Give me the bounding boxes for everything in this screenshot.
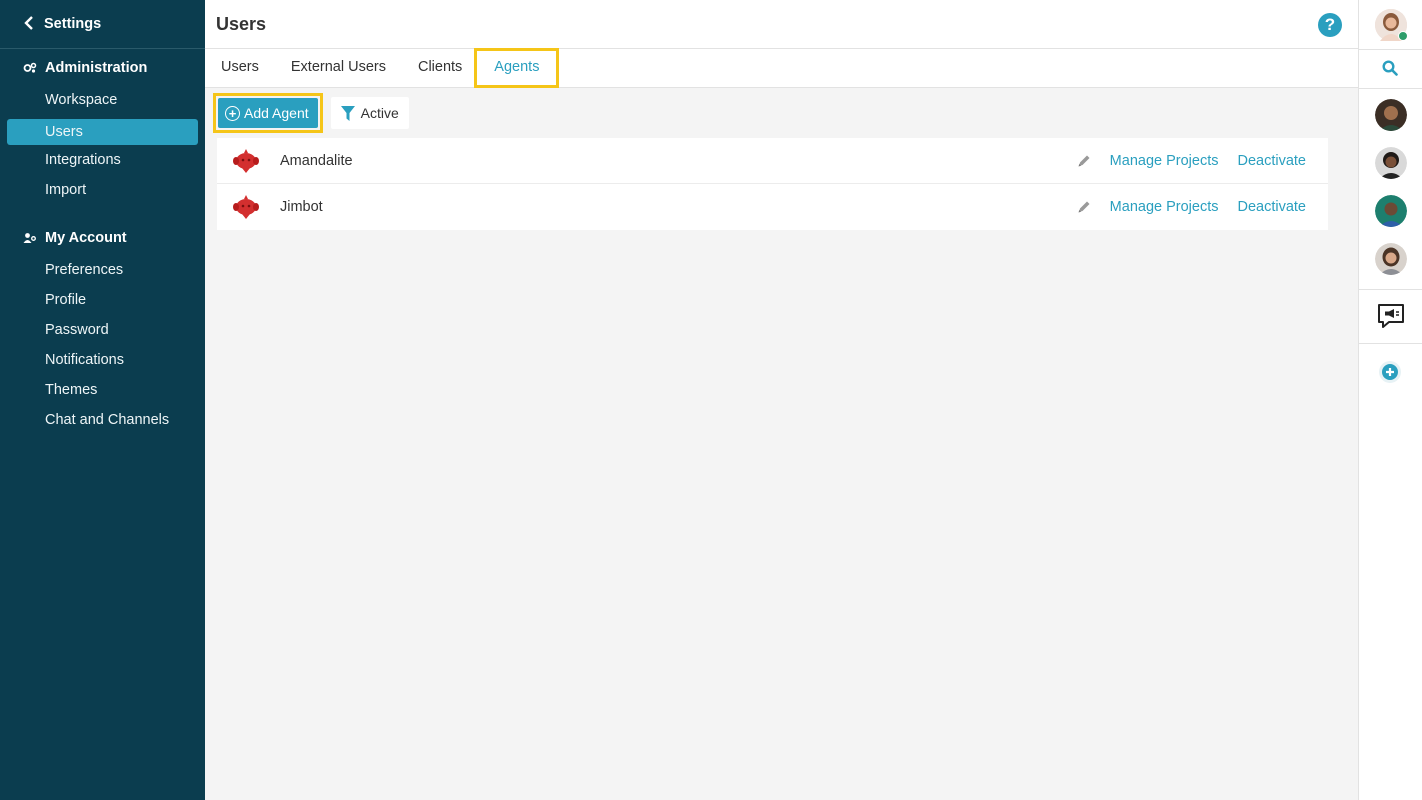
- agent-name: Jimbot: [280, 199, 323, 215]
- user-type-tabs: Users External Users Clients Agents: [205, 48, 1358, 88]
- page-title: Users: [216, 13, 267, 34]
- manage-projects-link[interactable]: Manage Projects: [1110, 153, 1219, 169]
- user-group-icon: [22, 232, 38, 244]
- right-rail: [1358, 0, 1422, 800]
- section-label: My Account: [45, 230, 127, 246]
- row-actions: Manage Projects Deactivate: [1077, 199, 1306, 215]
- sidebar-item-themes[interactable]: Themes: [0, 377, 205, 407]
- sidebar-item-preferences[interactable]: Preferences: [0, 257, 205, 287]
- search-icon[interactable]: [1382, 60, 1398, 79]
- add-agent-button[interactable]: + Add Agent: [218, 98, 318, 128]
- deactivate-link[interactable]: Deactivate: [1237, 153, 1306, 169]
- sidebar-item-import[interactable]: Import: [0, 177, 205, 207]
- toolbar: + Add Agent Active: [213, 93, 409, 133]
- section-label: Administration: [45, 60, 148, 76]
- agents-content: + Add Agent Active Amandalite Manage Pro…: [205, 88, 1358, 800]
- sidebar-item-users[interactable]: Users: [7, 119, 198, 145]
- agent-bot-icon: [233, 195, 259, 219]
- pencil-icon[interactable]: [1077, 200, 1091, 214]
- help-icon[interactable]: ?: [1318, 13, 1342, 37]
- sidebar-item-profile[interactable]: Profile: [0, 287, 205, 317]
- sidebar-item-chat-and-channels[interactable]: Chat and Channels: [0, 407, 205, 437]
- gears-icon: [22, 62, 38, 74]
- settings-sidebar: Settings Administration Workspace Users …: [0, 0, 205, 800]
- sidebar-item-integrations[interactable]: Integrations: [0, 147, 205, 177]
- chevron-left-icon: [24, 15, 34, 33]
- section-my-account: My Account: [0, 219, 205, 257]
- list-item: Jimbot Manage Projects Deactivate: [217, 184, 1328, 230]
- tab-agents[interactable]: Agents: [474, 48, 560, 88]
- agent-name: Amandalite: [280, 152, 353, 169]
- agent-bot-icon: [233, 148, 259, 173]
- avatar[interactable]: [1375, 99, 1407, 131]
- back-label: Settings: [44, 16, 102, 32]
- add-circle-icon[interactable]: [1379, 361, 1401, 383]
- agents-list: Amandalite Manage Projects Deactivate Ji…: [217, 138, 1328, 230]
- avatar[interactable]: [1375, 243, 1407, 275]
- add-agent-label: Add Agent: [244, 105, 309, 121]
- sidebar-item-workspace[interactable]: Workspace: [0, 87, 205, 117]
- sidebar-item-notifications[interactable]: Notifications: [0, 347, 205, 377]
- filter-label: Active: [360, 105, 399, 121]
- add-agent-highlight: + Add Agent: [213, 93, 323, 133]
- deactivate-link[interactable]: Deactivate: [1237, 199, 1306, 215]
- plus-circle-icon: +: [225, 105, 240, 121]
- online-status-icon: [1398, 31, 1408, 41]
- tab-users[interactable]: Users: [221, 49, 275, 87]
- pencil-icon[interactable]: [1077, 154, 1091, 168]
- avatar[interactable]: [1375, 147, 1407, 179]
- tab-clients[interactable]: Clients: [402, 49, 478, 87]
- filter-button[interactable]: Active: [330, 97, 409, 129]
- avatar[interactable]: [1375, 195, 1407, 227]
- back-to-settings[interactable]: Settings: [0, 0, 205, 49]
- filter-icon: [340, 105, 355, 121]
- manage-projects-link[interactable]: Manage Projects: [1110, 199, 1219, 215]
- page-header: Users ?: [205, 0, 1358, 49]
- row-actions: Manage Projects Deactivate: [1077, 153, 1306, 169]
- announcement-icon[interactable]: [1377, 303, 1405, 332]
- sidebar-item-password[interactable]: Password: [0, 317, 205, 347]
- tab-external-users[interactable]: External Users: [275, 49, 402, 87]
- list-item: Amandalite Manage Projects Deactivate: [217, 138, 1328, 184]
- section-administration: Administration: [0, 49, 205, 87]
